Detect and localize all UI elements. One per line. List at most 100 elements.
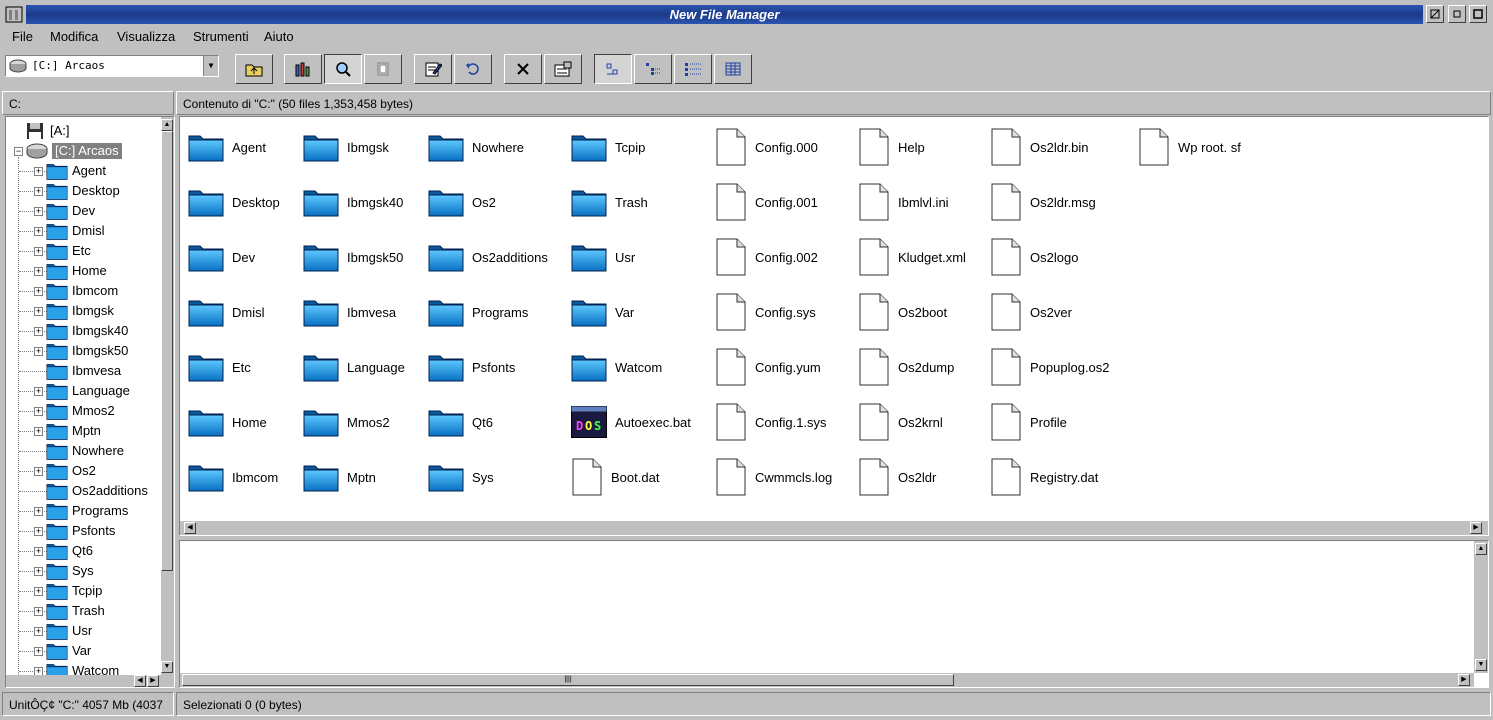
file-item-os2dump[interactable]: Os2dump	[858, 347, 954, 387]
file-item-profile[interactable]: Profile	[990, 402, 1067, 442]
expand-toggle[interactable]: +	[34, 387, 43, 396]
menu-strumenti[interactable]: Strumenti	[193, 28, 249, 48]
expand-toggle[interactable]: +	[34, 587, 43, 596]
expand-toggle[interactable]: +	[34, 407, 43, 416]
menu-file[interactable]: File	[12, 28, 33, 48]
menu-aiuto[interactable]: Aiuto	[264, 28, 294, 48]
file-item-trash[interactable]: Trash	[571, 182, 648, 222]
scroll-down-icon[interactable]: ▼	[1475, 659, 1487, 671]
file-item-etc[interactable]: Etc	[188, 347, 251, 387]
files-horizontal-scrollbar[interactable]: ◀ ▶	[180, 521, 1488, 535]
file-item-os2krnl[interactable]: Os2krnl	[858, 402, 943, 442]
file-item-home[interactable]: Home	[188, 402, 267, 442]
file-item-kludget-xml[interactable]: Kludget.xml	[858, 237, 966, 277]
chevron-down-icon[interactable]: ▼	[203, 56, 218, 76]
scroll-right-icon[interactable]: ▶	[1458, 674, 1470, 686]
edit-button[interactable]	[414, 54, 452, 84]
undo-button[interactable]	[454, 54, 492, 84]
expand-toggle[interactable]: +	[34, 427, 43, 436]
expand-toggle[interactable]: +	[34, 627, 43, 636]
file-item-config-002[interactable]: Config.002	[715, 237, 818, 277]
file-item-registry-dat[interactable]: Registry.dat	[990, 457, 1098, 497]
expand-toggle[interactable]: +	[34, 287, 43, 296]
view-list-button[interactable]	[714, 54, 752, 84]
properties-button[interactable]	[544, 54, 582, 84]
file-item-mptn[interactable]: Mptn	[303, 457, 376, 497]
file-item-popuplog-os2[interactable]: Popuplog.os2	[990, 347, 1110, 387]
file-item-dev[interactable]: Dev	[188, 237, 255, 277]
tree-scroll-thumb[interactable]	[161, 131, 173, 571]
drive-select[interactable]: [C:] Arcaos ▼	[5, 55, 219, 77]
file-item-os2additions[interactable]: Os2additions	[428, 237, 548, 277]
expand-toggle[interactable]: +	[34, 167, 43, 176]
expand-toggle[interactable]: +	[34, 527, 43, 536]
collapse-toggle[interactable]: −	[14, 147, 23, 156]
app-icon[interactable]	[4, 4, 24, 24]
view-tree-button[interactable]	[634, 54, 672, 84]
bar-chart-button[interactable]	[284, 54, 322, 84]
file-item-ibmgsk40[interactable]: Ibmgsk40	[303, 182, 403, 222]
scroll-right-icon[interactable]: ▶	[1470, 522, 1482, 534]
file-item-os2ldr[interactable]: Os2ldr	[858, 457, 936, 497]
file-item-mmos2[interactable]: Mmos2	[303, 402, 390, 442]
file-item-config-000[interactable]: Config.000	[715, 127, 818, 167]
file-item-ibmlvl-ini[interactable]: Ibmlvl.ini	[858, 182, 949, 222]
file-item-agent[interactable]: Agent	[188, 127, 266, 167]
scroll-up-icon[interactable]: ▲	[161, 119, 173, 131]
window-button[interactable]	[364, 54, 402, 84]
file-item-os2boot[interactable]: Os2boot	[858, 292, 947, 332]
file-item-os2[interactable]: Os2	[428, 182, 496, 222]
file-item-ibmvesa[interactable]: Ibmvesa	[303, 292, 396, 332]
file-item-os2ver[interactable]: Os2ver	[990, 292, 1072, 332]
tree-horizontal-scrollbar[interactable]: ◀ ▶	[6, 675, 174, 687]
file-item-autoexec-bat[interactable]: D O S Autoexec.bat	[571, 402, 691, 442]
delete-button[interactable]	[504, 54, 542, 84]
expand-toggle[interactable]: +	[34, 207, 43, 216]
file-item-cwmmcls-log[interactable]: Cwmmcls.log	[715, 457, 832, 497]
parent-folder-button[interactable]	[235, 54, 273, 84]
file-item-help[interactable]: Help	[858, 127, 925, 167]
find-button[interactable]	[324, 54, 362, 84]
scroll-left-icon[interactable]: ◀	[134, 675, 146, 687]
file-item-var[interactable]: Var	[571, 292, 634, 332]
maximize-button[interactable]	[1469, 5, 1487, 23]
file-item-sys[interactable]: Sys	[428, 457, 494, 497]
preview-scroll-thumb[interactable]: ||||	[182, 674, 954, 686]
tree-vertical-scrollbar[interactable]: ▲ ▼	[161, 117, 174, 675]
file-item-watcom[interactable]: Watcom	[571, 347, 662, 387]
file-item-config-yum[interactable]: Config.yum	[715, 347, 821, 387]
expand-toggle[interactable]: +	[34, 567, 43, 576]
file-item-os2logo[interactable]: Os2logo	[990, 237, 1078, 277]
restore-button[interactable]	[1448, 5, 1466, 23]
file-item-os2ldr-msg[interactable]: Os2ldr.msg	[990, 182, 1096, 222]
file-item-ibmgsk[interactable]: Ibmgsk	[303, 127, 389, 167]
file-item-ibmgsk50[interactable]: Ibmgsk50	[303, 237, 403, 277]
file-item-os2ldr-bin[interactable]: Os2ldr.bin	[990, 127, 1089, 167]
preview-vertical-scrollbar[interactable]: ▲ ▼	[1474, 541, 1488, 673]
file-item-qt6[interactable]: Qt6	[428, 402, 493, 442]
expand-toggle[interactable]: +	[34, 267, 43, 276]
expand-toggle[interactable]: +	[34, 347, 43, 356]
file-item-tcpip[interactable]: Tcpip	[571, 127, 645, 167]
file-item-config-sys[interactable]: Config.sys	[715, 292, 816, 332]
expand-toggle[interactable]: +	[34, 227, 43, 236]
scroll-left-icon[interactable]: ◀	[184, 522, 196, 534]
file-item-config-1-sys[interactable]: Config.1.sys	[715, 402, 827, 442]
expand-toggle[interactable]: +	[34, 547, 43, 556]
expand-toggle[interactable]: +	[34, 507, 43, 516]
expand-toggle[interactable]: +	[34, 327, 43, 336]
file-item-config-001[interactable]: Config.001	[715, 182, 818, 222]
file-item-ibmcom[interactable]: Ibmcom	[188, 457, 278, 497]
scroll-right-icon[interactable]: ▶	[147, 675, 159, 687]
view-details-button[interactable]	[674, 54, 712, 84]
expand-toggle[interactable]: +	[34, 247, 43, 256]
file-item-usr[interactable]: Usr	[571, 237, 635, 277]
minimize-button[interactable]	[1426, 5, 1444, 23]
file-item-desktop[interactable]: Desktop	[188, 182, 280, 222]
scroll-down-icon[interactable]: ▼	[161, 661, 173, 673]
menu-visualizza[interactable]: Visualizza	[117, 28, 175, 48]
file-item-wp-root-sf[interactable]: Wp root. sf	[1138, 127, 1241, 167]
preview-horizontal-scrollbar[interactable]: |||| ▶	[180, 673, 1474, 687]
file-item-programs[interactable]: Programs	[428, 292, 528, 332]
expand-toggle[interactable]: +	[34, 187, 43, 196]
